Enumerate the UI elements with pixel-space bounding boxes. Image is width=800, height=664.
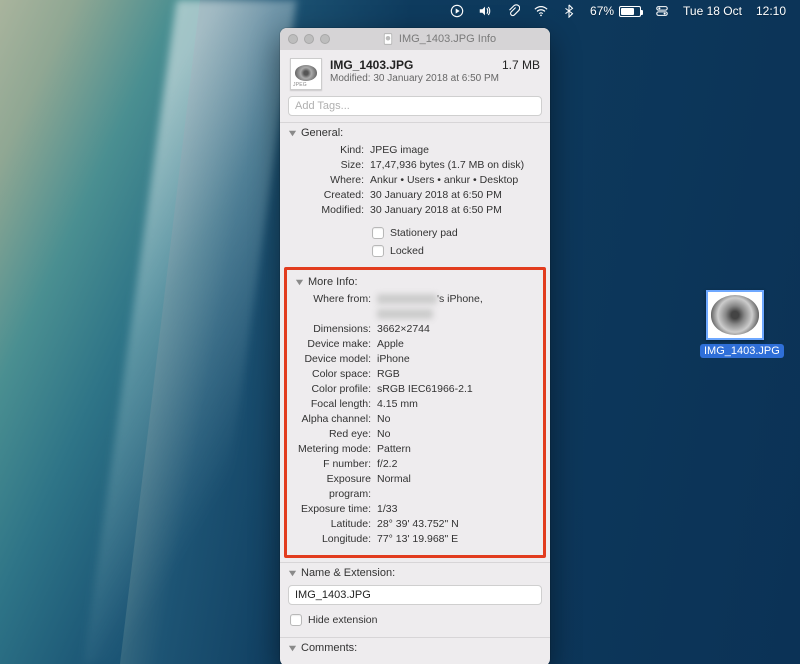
- window-title: IMG_1403.JPG Info: [399, 33, 496, 45]
- size-value: 17,47,936 bytes (1.7 MB on disk): [368, 158, 540, 173]
- name-ext-disclosure[interactable]: Name & Extension:: [280, 563, 550, 581]
- section-name-extension: Name & Extension: IMG_1403.JPG Hide exte…: [280, 562, 550, 637]
- header-modified: Modified: 30 January 2018 at 6:50 PM: [330, 73, 540, 84]
- comments-heading: Comments:: [301, 642, 357, 654]
- red-eye-value: No: [375, 427, 533, 442]
- where-from-value: 's iPhone,: [375, 292, 533, 322]
- metering-mode-label: Metering mode:: [297, 442, 375, 457]
- traffic-lights: [288, 34, 330, 44]
- f-number-value: f/2.2: [375, 457, 533, 472]
- more-info-highlight: More Info: Where from: 's iPhone, Dimens…: [284, 267, 546, 558]
- device-make-label: Device make:: [297, 337, 375, 352]
- battery-status[interactable]: 67%: [590, 4, 641, 18]
- menubar-time[interactable]: 12:10: [756, 4, 786, 18]
- created-value: 30 January 2018 at 6:50 PM: [368, 188, 540, 203]
- exposure-program-label: Exposure program:: [297, 472, 375, 502]
- name-extension-input[interactable]: IMG_1403.JPG: [288, 585, 542, 605]
- more-info-heading: More Info:: [308, 276, 358, 288]
- f-number-label: F number:: [297, 457, 375, 472]
- where-label: Where:: [290, 173, 368, 188]
- chevron-down-icon: [288, 644, 297, 653]
- titlebar[interactable]: IMG_1403.JPG Info: [280, 28, 550, 50]
- color-space-label: Color space:: [297, 367, 375, 382]
- locked-label: Locked: [390, 242, 424, 260]
- kind-label: Kind:: [290, 143, 368, 158]
- created-label: Created:: [290, 188, 368, 203]
- stationery-label: Stationery pad: [390, 224, 458, 242]
- latitude-value: 28° 39' 43.752" N: [375, 517, 533, 532]
- kind-value: JPEG image: [368, 143, 540, 158]
- longitude-value: 77° 13' 19.968" E: [375, 532, 533, 547]
- name-ext-heading: Name & Extension:: [301, 567, 395, 579]
- battery-percent: 67%: [590, 4, 614, 18]
- where-value: Ankur • Users • ankur • Desktop: [368, 173, 540, 188]
- stationery-checkbox[interactable]: [372, 227, 384, 239]
- size-label: Size:: [290, 158, 368, 173]
- chevron-down-icon: [288, 569, 297, 578]
- battery-icon: [619, 6, 641, 17]
- bluetooth-icon[interactable]: [562, 4, 576, 18]
- hide-extension-checkbox[interactable]: [290, 614, 302, 626]
- device-model-label: Device model:: [297, 352, 375, 367]
- file-label: IMG_1403.JPG: [700, 344, 784, 358]
- where-from-label: Where from:: [297, 292, 375, 322]
- general-disclosure[interactable]: General:: [280, 123, 550, 141]
- menubar-date[interactable]: Tue 18 Oct: [683, 4, 742, 18]
- header-size: 1.7 MB: [502, 58, 540, 72]
- wifi-icon[interactable]: [534, 4, 548, 18]
- color-profile-label: Color profile:: [297, 382, 375, 397]
- minimize-button[interactable]: [304, 34, 314, 44]
- play-icon[interactable]: [450, 4, 464, 18]
- chevron-down-icon: [295, 278, 304, 287]
- zoom-button[interactable]: [320, 34, 330, 44]
- title-doc-icon: [382, 33, 394, 45]
- get-info-window: IMG_1403.JPG Info IMG_1403.JPG Modified:…: [280, 28, 550, 664]
- section-general: General: Kind:JPEG image Size:17,47,936 …: [280, 122, 550, 268]
- dimensions-value: 3662×2744: [375, 322, 533, 337]
- device-make-value: Apple: [375, 337, 533, 352]
- hide-extension-label: Hide extension: [308, 611, 377, 629]
- paperclip-icon[interactable]: [506, 4, 520, 18]
- comments-disclosure[interactable]: Comments:: [280, 638, 550, 656]
- modified-value: 30 January 2018 at 6:50 PM: [368, 203, 540, 218]
- longitude-label: Longitude:: [297, 532, 375, 547]
- chevron-down-icon: [288, 129, 297, 138]
- general-heading: General:: [301, 127, 343, 139]
- control-center-icon[interactable]: [655, 4, 669, 18]
- volume-icon[interactable]: [478, 4, 492, 18]
- exposure-time-value: 1/33: [375, 502, 533, 517]
- focal-length-value: 4.15 mm: [375, 397, 533, 412]
- menubar: 67% Tue 18 Oct 12:10: [436, 0, 800, 22]
- metering-mode-value: Pattern: [375, 442, 533, 457]
- close-button[interactable]: [288, 34, 298, 44]
- tags-placeholder: Add Tags...: [295, 100, 350, 112]
- dimensions-label: Dimensions:: [297, 322, 375, 337]
- locked-checkbox[interactable]: [372, 245, 384, 257]
- modified-label: Modified:: [290, 203, 368, 218]
- latitude-label: Latitude:: [297, 517, 375, 532]
- color-profile-value: sRGB IEC61966-2.1: [375, 382, 533, 397]
- alpha-channel-value: No: [375, 412, 533, 427]
- exposure-time-label: Exposure time:: [297, 502, 375, 517]
- color-space-value: RGB: [375, 367, 533, 382]
- alpha-channel-label: Alpha channel:: [297, 412, 375, 427]
- device-model-value: iPhone: [375, 352, 533, 367]
- exposure-program-value: Normal: [375, 472, 533, 502]
- file-preview-icon: [290, 58, 322, 90]
- focal-length-label: Focal length:: [297, 397, 375, 412]
- more-info-disclosure[interactable]: More Info:: [287, 270, 543, 290]
- redacted: [377, 309, 433, 319]
- info-header: IMG_1403.JPG Modified: 30 January 2018 a…: [280, 50, 550, 96]
- file-thumbnail: [706, 290, 764, 340]
- tags-input[interactable]: Add Tags...: [288, 96, 542, 116]
- red-eye-label: Red eye:: [297, 427, 375, 442]
- section-comments: Comments:: [280, 637, 550, 664]
- desktop-file[interactable]: IMG_1403.JPG: [700, 290, 770, 358]
- name-extension-value: IMG_1403.JPG: [295, 589, 371, 601]
- desktop[interactable]: 67% Tue 18 Oct 12:10 IMG_1403.JPG IMG_14…: [0, 0, 800, 664]
- redacted: [377, 294, 437, 304]
